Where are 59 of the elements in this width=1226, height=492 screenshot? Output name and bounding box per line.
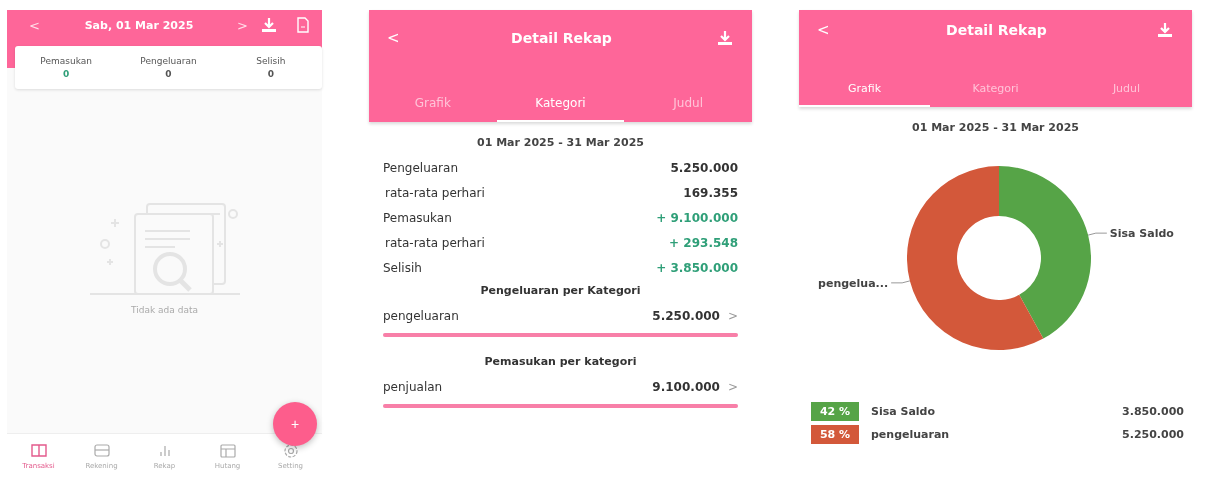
summary-label: Pengeluaran (383, 160, 458, 175)
summary-value: 0 (267, 69, 274, 79)
download-icon[interactable] (260, 16, 278, 34)
percent-badge: 42 % (811, 402, 859, 421)
chevron[interactable]: > (727, 309, 738, 323)
date-title: Sab, 01 Mar 2025 (83, 18, 195, 32)
add-button[interactable]: + (273, 402, 317, 446)
screen-title: Detail Rekap (945, 22, 1048, 38)
empty-message: Tidak ada data (131, 305, 198, 315)
section-heading: Pemasukan per kategori (483, 354, 638, 370)
summary-value: + 3.850.000 (656, 260, 738, 275)
legend-label: pengeluaran (871, 428, 950, 441)
summary-value: 5.250.000 (670, 160, 738, 175)
tab[interactable]: Grafik (369, 84, 497, 122)
prev-button[interactable]: < (29, 17, 49, 33)
summary-value: + 293.548 (669, 235, 738, 250)
chevron[interactable]: > (727, 380, 738, 394)
summary-value: 0 (63, 69, 70, 79)
settings-icon (281, 442, 300, 460)
category-amount: 9.100.000 (652, 380, 720, 394)
tab[interactable]: Kategori (496, 84, 625, 122)
period-label: 01 Mar 2025 - 31 Mar 2025 (911, 120, 1080, 136)
legend-label: Sisa Saldo (871, 405, 936, 418)
back-button[interactable]: < (387, 28, 407, 47)
legend-value: 3.850.000 (1122, 405, 1184, 418)
summary-label: rata-rata perhari (384, 235, 485, 250)
leader-line (1087, 232, 1108, 236)
tab[interactable]: Judul (624, 84, 752, 122)
download-icon[interactable] (1156, 21, 1174, 39)
next-button[interactable]: > (237, 17, 257, 33)
document-icon[interactable] (296, 17, 310, 33)
legend-value: 5.250.000 (1122, 428, 1184, 441)
summary-label: Selisih (383, 260, 422, 275)
summary-label: Selisih (256, 56, 286, 66)
tab[interactable]: Kategori (930, 70, 1061, 107)
category-name[interactable]: penjualan (383, 380, 443, 394)
screen-title: Detail Rekap (510, 29, 613, 46)
slice-label: Sisa Saldo (1109, 227, 1174, 241)
layout-icon (218, 442, 237, 460)
card-icon (92, 442, 111, 460)
book-icon (29, 442, 48, 460)
section-heading: Pengeluaran per Kategori (479, 283, 642, 299)
summary-label: Pemasukan (383, 210, 452, 225)
category-name[interactable]: pengeluaran (383, 309, 459, 323)
leader-line (890, 280, 911, 284)
summary-label: rata-rata perhari (384, 185, 485, 200)
percent-badge: 58 % (811, 425, 859, 444)
tab[interactable]: Judul (1061, 70, 1192, 107)
summary-value: 0 (165, 69, 172, 79)
tab[interactable]: Grafik (799, 70, 930, 107)
category-amount: 5.250.000 (652, 309, 720, 323)
summary-value: 169.355 (683, 185, 738, 200)
download-icon[interactable] (716, 28, 734, 47)
period-label: 01 Mar 2025 - 31 Mar 2025 (476, 135, 645, 151)
back-button[interactable]: < (817, 21, 837, 39)
slice-label: pengelua... (818, 276, 889, 290)
summary-label: Pemasukan (40, 56, 92, 66)
summary-value: + 9.100.000 (656, 210, 738, 225)
summary-label: Pengeluaran (140, 56, 197, 66)
